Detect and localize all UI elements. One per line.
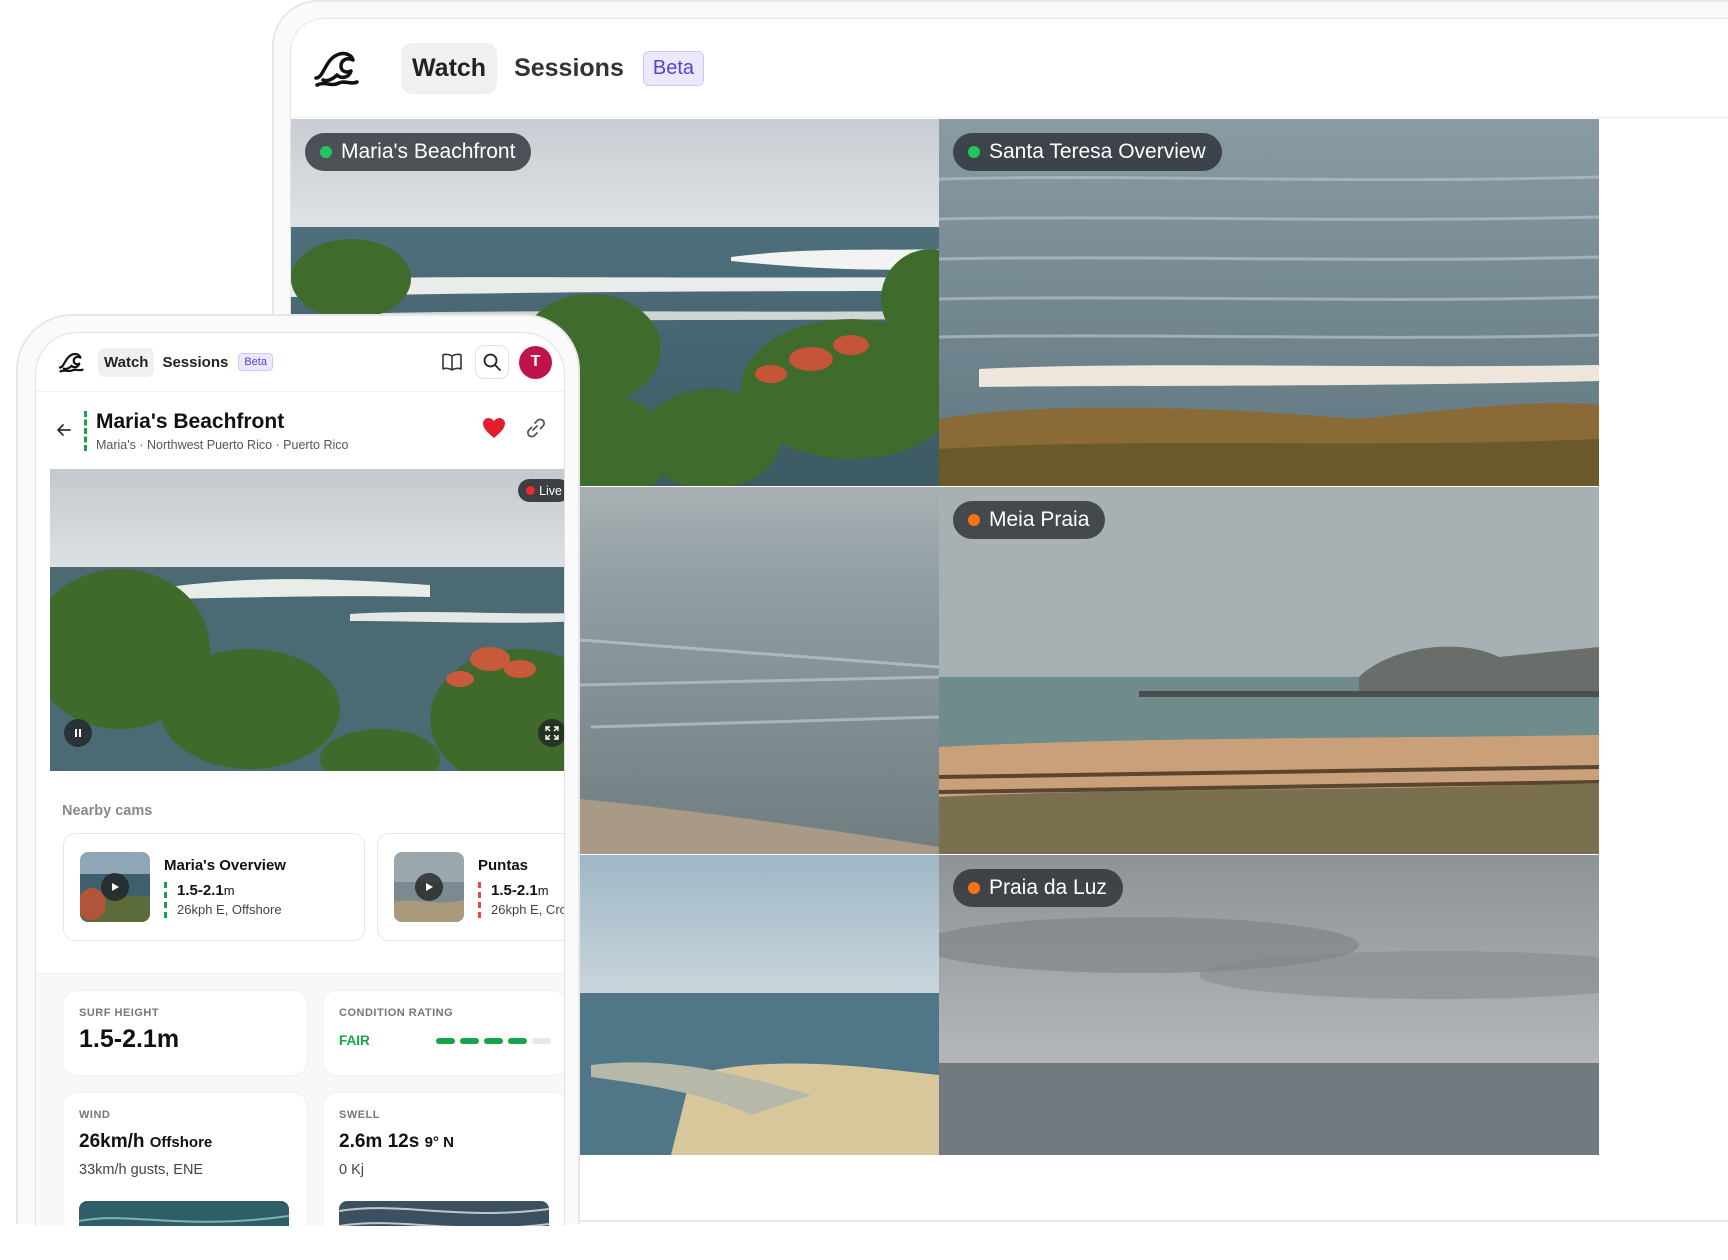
condition-rating-value: FAIR <box>339 1033 370 1048</box>
swell-card: SWELL 2.6m 12s 9° N 0 Kj <box>323 1093 564 1226</box>
spot-location: Maria's · Northwest Puerto Rico · Puerto… <box>96 437 349 452</box>
heart-icon[interactable] <box>482 417 506 444</box>
beta-badge: Beta <box>238 353 273 371</box>
wind-map-image <box>79 1201 289 1226</box>
cam-video-frame <box>50 469 564 771</box>
tab-sessions[interactable]: Sessions <box>503 43 635 94</box>
cam-image <box>939 487 1599 854</box>
wind-card: WIND 26km/h Offshore 33km/h gusts, ENE <box>63 1093 307 1226</box>
condition-rating-card: CONDITION RATING FAIR <box>323 991 564 1075</box>
nearby-cam-card[interactable]: Puntas 1.5-2.1m 26kph E, Cross-shore <box>377 833 564 941</box>
live-dot <box>526 486 536 495</box>
nearby-cams-heading: Nearby cams <box>62 803 153 819</box>
spot-info: Maria's Beachfront Maria's · Northwest P… <box>96 410 348 452</box>
desktop-nav: Watch Sessions Beta <box>291 19 1728 118</box>
tab-watch[interactable]: Watch <box>98 347 155 377</box>
spot-header: Maria's Beachfront Maria's · Northwest P… <box>36 391 564 469</box>
nearby-cam-info: Puntas 1.5-2.1m 26kph E, Cross-shore <box>478 856 564 918</box>
book-icon[interactable] <box>435 345 469 379</box>
nearby-cam-thumbnail <box>394 852 464 922</box>
nearby-cam-height: 1.5-2.1m <box>491 881 549 899</box>
swell-energy: 0 Kj <box>339 1162 364 1178</box>
rating-bar <box>436 1037 455 1044</box>
rating-bar <box>532 1037 551 1044</box>
mobile-nav: Watch Sessions Beta T <box>36 333 564 391</box>
quality-indicator <box>84 410 88 451</box>
mobile-app: Watch Sessions Beta T Maria's Beachfront… <box>35 332 565 1226</box>
status-dot <box>968 146 980 158</box>
cam-label: Praia da Luz <box>953 869 1123 907</box>
pause-icon[interactable] <box>64 719 92 747</box>
cam-image <box>939 119 1599 486</box>
quality-indicator <box>164 881 167 918</box>
stat-label: CONDITION RATING <box>339 1007 454 1019</box>
condition-rating-bars <box>436 1037 551 1044</box>
nearby-cam-card[interactable]: Maria's Overview 1.5-2.1m 26kph E, Offsh… <box>63 833 365 941</box>
status-dot <box>968 514 980 526</box>
beta-badge: Beta <box>642 50 705 86</box>
stage: Watch Sessions Beta Maria's Beachfront S… <box>0 0 1728 1260</box>
cam-tile-praia-da-luz[interactable]: Praia da Luz <box>939 855 1599 1155</box>
surf-height-value: 1.5-2.1m <box>79 1025 180 1053</box>
status-dot <box>320 146 332 158</box>
stat-label: SWELL <box>339 1109 380 1121</box>
swell-value: 2.6m 12s 9° N <box>339 1131 454 1152</box>
avatar[interactable]: T <box>519 345 552 379</box>
rating-bar <box>484 1037 503 1044</box>
video-player[interactable]: Live <box>50 469 564 771</box>
nearby-cam-wind: 26kph E, Offshore <box>177 901 282 917</box>
nearby-cam-wind: 26kph E, Cross-shore <box>491 901 564 917</box>
tab-sessions[interactable]: Sessions <box>156 348 234 377</box>
spot-title: Maria's Beachfront <box>96 409 285 433</box>
wave-icon[interactable] <box>58 351 84 373</box>
swell-map-image <box>339 1201 549 1226</box>
quality-indicator <box>478 881 481 918</box>
fullscreen-icon[interactable] <box>538 719 564 747</box>
nearby-cam-info: Maria's Overview 1.5-2.1m 26kph E, Offsh… <box>164 857 286 918</box>
cam-label: Santa Teresa Overview <box>953 133 1222 171</box>
search-icon[interactable] <box>475 345 509 379</box>
nearby-cam-thumbnail <box>80 852 150 922</box>
stat-label: WIND <box>79 1109 111 1121</box>
phone-device-frame: Watch Sessions Beta T Maria's Beachfront… <box>16 314 580 1226</box>
nav-actions: T <box>435 345 552 379</box>
cam-label: Meia Praia <box>953 501 1106 539</box>
wind-gusts: 33km/h gusts, ENE <box>79 1162 204 1178</box>
nearby-cam-name: Puntas <box>478 856 529 874</box>
nearby-cam-name: Maria's Overview <box>164 856 286 874</box>
cam-tile-meia-praia[interactable]: Meia Praia <box>939 487 1599 854</box>
rating-bar <box>508 1037 527 1044</box>
cam-tile-santa-teresa[interactable]: Santa Teresa Overview <box>939 119 1599 486</box>
surf-height-card: SURF HEIGHT 1.5-2.1m <box>63 991 307 1075</box>
link-icon[interactable] <box>524 417 546 444</box>
wave-icon[interactable] <box>313 48 359 88</box>
stat-label: SURF HEIGHT <box>79 1007 160 1019</box>
play-icon <box>415 873 443 901</box>
wind-value: 26km/h Offshore <box>79 1131 213 1152</box>
cam-label: Maria's Beachfront <box>305 133 532 171</box>
tab-watch[interactable]: Watch <box>401 42 498 94</box>
nearby-cam-height: 1.5-2.1m <box>177 881 235 899</box>
rating-bar <box>460 1037 479 1044</box>
spot-actions <box>482 417 546 444</box>
live-badge: Live <box>518 479 564 502</box>
back-arrow-icon[interactable] <box>56 422 72 443</box>
play-icon <box>101 873 129 901</box>
status-dot <box>968 882 980 894</box>
